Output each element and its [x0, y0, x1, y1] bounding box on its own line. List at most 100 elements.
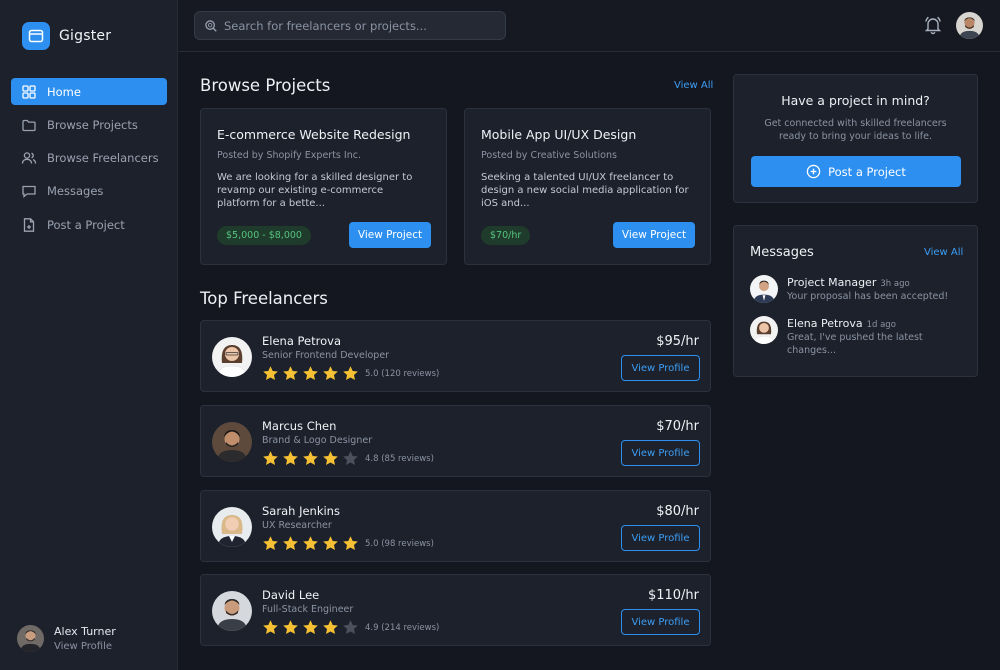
users-icon [21, 152, 37, 164]
project-card: Mobile App UI/UX Design Posted by Creati… [464, 108, 711, 265]
freelancer-role: Brand & Logo Designer [262, 435, 373, 446]
browser-window-icon [22, 22, 50, 50]
top-bar [178, 0, 1000, 52]
message-icon [22, 186, 36, 199]
star-filled-icon [303, 536, 318, 551]
freelancer-role: Senior Frontend Developer [262, 350, 390, 361]
search-icon [205, 19, 217, 32]
bell-icon[interactable] [924, 15, 942, 35]
avatar[interactable] [212, 507, 252, 547]
hourly-rate: $80/hr [656, 504, 699, 519]
star-filled-icon [263, 620, 278, 635]
view-profile-button[interactable]: View Profile [621, 525, 700, 551]
file-plus-icon [23, 217, 35, 232]
view-project-button[interactable]: View Project [613, 222, 695, 248]
messages-view-all-link[interactable]: View All [924, 247, 963, 258]
sidebar-item-messages[interactable]: Messages [11, 178, 167, 205]
cta-subtitle-line: Get connected with skilled freelancers [764, 118, 947, 129]
user-name: Alex Turner [54, 625, 116, 638]
sidebar-item-label: Browse Freelancers [47, 151, 159, 166]
project-title[interactable]: Mobile App UI/UX Design [481, 127, 636, 142]
view-profile-link[interactable]: View Profile [54, 641, 116, 652]
star-rating: 4.9 (214 reviews) [262, 619, 439, 636]
sidebar-item-post-project[interactable]: Post a Project [11, 211, 167, 238]
star-rating: 4.8 (85 reviews) [262, 450, 434, 467]
project-posted-by: Posted by Shopify Experts Inc. [217, 150, 361, 161]
freelancer-name[interactable]: Sarah Jenkins [262, 504, 340, 518]
sidebar-item-browse-projects[interactable]: Browse Projects [11, 111, 167, 138]
plus-circle-icon [806, 164, 821, 179]
sidebar-nav: Home Browse Projects Browse Freelancers … [11, 78, 167, 244]
message-preview: Your proposal has been accepted! [787, 291, 949, 302]
star-filled-icon [303, 620, 318, 635]
home-grid-icon [22, 84, 36, 99]
hourly-rate: $70/hr [656, 419, 699, 434]
star-filled-icon [263, 536, 278, 551]
sidebar-item-home[interactable]: Home [11, 78, 167, 105]
folder-icon [22, 119, 36, 131]
user-avatar[interactable] [956, 12, 983, 39]
star-filled-icon [323, 366, 338, 381]
star-filled-icon [283, 451, 298, 466]
search-input[interactable] [224, 18, 494, 33]
star-empty-icon [343, 451, 358, 466]
view-profile-button[interactable]: View Profile [621, 355, 700, 381]
freelancer-card: Sarah Jenkins UX Researcher 5.0 (98 revi… [200, 490, 711, 562]
star-filled-icon [283, 620, 298, 635]
freelancer-name[interactable]: Marcus Chen [262, 419, 336, 433]
star-filled-icon [343, 536, 358, 551]
star-filled-icon [343, 366, 358, 381]
star-rating: 5.0 (120 reviews) [262, 365, 439, 382]
star-filled-icon [303, 451, 318, 466]
messages-panel: Messages View All Project Manager 3h ago … [733, 225, 978, 377]
freelancer-name[interactable]: David Lee [262, 588, 319, 602]
star-filled-icon [263, 451, 278, 466]
avatar[interactable] [212, 422, 252, 462]
freelancer-name[interactable]: Elena Petrova [262, 334, 341, 348]
rating-text: 5.0 (98 reviews) [365, 538, 434, 549]
star-filled-icon [283, 536, 298, 551]
message-sender: Elena Petrova [787, 317, 863, 330]
project-description: Seeking a talented UI/UX freelancer to d… [481, 172, 689, 209]
avatar [750, 316, 778, 344]
freelancer-card: Marcus Chen Brand & Logo Designer 4.8 (8… [200, 405, 711, 477]
cta-title: Have a project in mind? [781, 93, 930, 108]
hourly-rate: $95/hr [656, 334, 699, 349]
project-budget-badge: $5,000 - $8,000 [217, 226, 311, 245]
browse-projects-title: Browse Projects [200, 76, 331, 95]
message-sender: Project Manager [787, 276, 877, 289]
star-rating: 5.0 (98 reviews) [262, 535, 434, 552]
post-project-cta: Have a project in mind? Get connected wi… [733, 74, 978, 203]
post-project-button[interactable]: Post a Project [751, 156, 961, 187]
current-user[interactable]: Alex Turner View Profile [17, 625, 116, 652]
rating-text: 4.8 (85 reviews) [365, 453, 434, 464]
avatar [750, 275, 778, 303]
rating-text: 4.9 (214 reviews) [365, 622, 440, 633]
freelancer-card: David Lee Full-Stack Engineer 4.9 (214 r… [200, 574, 711, 646]
hourly-rate: $110/hr [647, 588, 699, 603]
message-item[interactable]: Project Manager 3h ago Your proposal has … [750, 275, 960, 307]
view-profile-button[interactable]: View Profile [621, 609, 700, 635]
rating-text: 5.0 (120 reviews) [365, 368, 440, 379]
app-logo[interactable]: Gigster [22, 22, 111, 50]
avatar[interactable] [212, 591, 252, 631]
sidebar-item-label: Post a Project [47, 217, 125, 232]
freelancer-role: Full-Stack Engineer [262, 604, 354, 615]
projects-view-all-link[interactable]: View All [674, 80, 713, 91]
search-box[interactable] [194, 11, 506, 40]
view-profile-button[interactable]: View Profile [621, 440, 700, 466]
message-time: 3h ago [880, 279, 910, 289]
view-project-button[interactable]: View Project [349, 222, 431, 248]
sidebar-item-label: Messages [47, 184, 104, 199]
message-item[interactable]: Elena Petrova 1d ago Great, I've pushed t… [750, 316, 960, 356]
star-filled-icon [323, 451, 338, 466]
star-filled-icon [323, 536, 338, 551]
sidebar-item-label: Home [47, 84, 81, 99]
project-card: E-commerce Website Redesign Posted by Sh… [200, 108, 447, 265]
avatar[interactable] [212, 337, 252, 377]
avatar [17, 625, 44, 652]
cta-subtitle-line: ready to bring your ideas to life. [779, 130, 932, 142]
project-title[interactable]: E-commerce Website Redesign [217, 127, 410, 142]
star-empty-icon [343, 620, 358, 635]
sidebar-item-browse-freelancers[interactable]: Browse Freelancers [11, 145, 167, 172]
